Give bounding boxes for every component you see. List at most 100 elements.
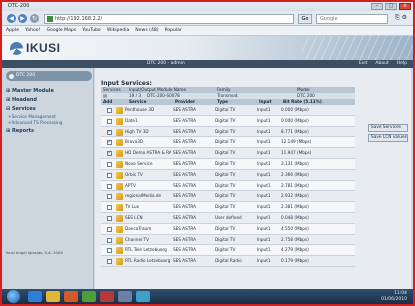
input-cell: Input1 bbox=[257, 171, 271, 177]
edit-icon[interactable] bbox=[116, 128, 123, 136]
sidebar-item-reports[interactable]: ⊞ Reports bbox=[6, 128, 34, 134]
app-icon[interactable] bbox=[82, 291, 96, 302]
go-button[interactable]: Go bbox=[298, 14, 312, 24]
type-cell: Digital TV bbox=[215, 182, 236, 188]
add-checkbox[interactable] bbox=[107, 194, 112, 200]
table-row: Brava3D SES ASTRA Digital TV Input1 12.149 (… bbox=[101, 137, 355, 149]
window-title: DTC-200 bbox=[8, 3, 30, 9]
bookmark-item[interactable]: Apple bbox=[6, 28, 19, 33]
table-row: APTV SES ASTRA Digital TV Input1 2.781 (Mbps… bbox=[101, 180, 355, 192]
back-icon[interactable]: ◀ bbox=[7, 14, 16, 23]
add-checkbox[interactable] bbox=[107, 215, 112, 221]
window-controls: – □ × bbox=[371, 3, 411, 10]
edit-icon[interactable] bbox=[116, 107, 123, 114]
edit-icon[interactable] bbox=[116, 258, 123, 266]
forward-icon[interactable]: ▶ bbox=[18, 14, 27, 23]
table-row: DancaTraum SES ASTRA Digital TV Input1 4.550… bbox=[101, 223, 355, 235]
edit-icon[interactable] bbox=[116, 214, 123, 222]
bitrate-cell: 11.947 (Mbps) bbox=[281, 150, 312, 156]
add-checkbox[interactable] bbox=[107, 149, 112, 157]
edit-icon[interactable] bbox=[116, 193, 123, 201]
edit-icon[interactable] bbox=[116, 236, 123, 244]
save-services-button[interactable]: Save Services bbox=[368, 124, 408, 132]
provider-cell: SES ASTRA bbox=[173, 117, 196, 123]
add-checkbox[interactable] bbox=[107, 259, 112, 265]
service-cell: High TV 3D bbox=[125, 128, 149, 134]
app-icon[interactable] bbox=[118, 291, 132, 302]
input-cell: Input1 bbox=[257, 128, 271, 134]
maximize-icon[interactable]: □ bbox=[385, 3, 397, 10]
provider-cell: SES ASTRA bbox=[173, 182, 196, 188]
bookmark-item[interactable]: YouTube bbox=[82, 28, 101, 33]
sidebar-header[interactable]: DTC 200 bbox=[6, 71, 92, 81]
page-title: Input Services: bbox=[101, 80, 152, 87]
sidebar-item-master-module[interactable]: ⊞ Master Module bbox=[6, 88, 54, 94]
add-checkbox[interactable] bbox=[107, 118, 112, 124]
address-bar[interactable]: http://192.168.2.2/ bbox=[44, 14, 294, 24]
edit-icon[interactable] bbox=[116, 117, 123, 125]
add-checkbox[interactable] bbox=[107, 205, 112, 211]
bookmark-item[interactable]: Wikipedia bbox=[107, 28, 129, 33]
bitrate-cell: 0.048 (Mbps) bbox=[281, 214, 309, 220]
exit-button[interactable]: Exit bbox=[359, 60, 368, 68]
about-button[interactable]: About bbox=[375, 60, 388, 68]
sidebar-subitem-service-management[interactable]: +Service Management bbox=[8, 114, 56, 119]
provider-cell: SES ASTRA bbox=[173, 247, 196, 253]
input-cell: Input1 bbox=[257, 204, 271, 210]
sidebar: DTC 200 ⊞ Master Module ⊞ Headend ⊟ Serv… bbox=[2, 68, 94, 289]
bitrate-cell: 8.771 (Mbps) bbox=[281, 128, 309, 134]
add-checkbox[interactable] bbox=[107, 248, 112, 254]
bitrate-cell: 0.000 (Mbps) bbox=[281, 117, 309, 123]
app-icon[interactable] bbox=[100, 291, 114, 302]
edit-icon[interactable] bbox=[116, 225, 123, 233]
add-checkbox[interactable] bbox=[107, 237, 112, 243]
type-cell: Digital TV bbox=[215, 117, 236, 123]
page-menu-icon[interactable]: ⎘ ⚙ bbox=[395, 14, 407, 22]
bitrate-cell: 4.550 (Mbps) bbox=[281, 225, 309, 231]
sidebar-item-services[interactable]: ⊟ Services bbox=[6, 106, 36, 112]
bookmark-item[interactable]: Popular bbox=[165, 28, 182, 33]
bookmark-item[interactable]: Yahoo! bbox=[25, 28, 40, 33]
explorer-icon[interactable] bbox=[46, 291, 60, 302]
device-name: DTC 200 bbox=[147, 61, 167, 66]
reload-icon[interactable]: ↻ bbox=[30, 14, 39, 23]
edit-icon[interactable] bbox=[116, 160, 123, 168]
add-checkbox[interactable] bbox=[107, 108, 112, 113]
edit-icon[interactable] bbox=[116, 139, 123, 147]
edit-icon[interactable] bbox=[116, 171, 123, 179]
edit-icon[interactable] bbox=[116, 204, 123, 212]
add-checkbox[interactable] bbox=[107, 183, 112, 189]
start-button[interactable] bbox=[7, 290, 20, 303]
provider-cell: SES ASTRA bbox=[173, 204, 196, 210]
table-row: HD Demo ASTRA & RAISES ASTRA Digital TV In… bbox=[101, 148, 355, 159]
help-button[interactable]: Help bbox=[397, 60, 407, 68]
app-icon[interactable] bbox=[136, 291, 150, 302]
search-input[interactable]: Google bbox=[316, 14, 388, 24]
main-content: Input Services: Services Input/Output Mo… bbox=[95, 68, 411, 289]
provider-cell: SES ASTRA bbox=[173, 225, 196, 231]
ie-icon[interactable] bbox=[28, 291, 42, 302]
add-checkbox[interactable] bbox=[107, 226, 112, 232]
service-cell: Brava3D bbox=[125, 139, 144, 145]
add-checkbox[interactable] bbox=[107, 138, 112, 146]
add-checkbox[interactable] bbox=[107, 172, 112, 178]
close-icon[interactable]: × bbox=[399, 3, 411, 10]
add-checkbox[interactable] bbox=[107, 128, 112, 136]
provider-cell: SES ASTRA bbox=[173, 214, 196, 220]
bitrate-cell: 2.381 (Mbps) bbox=[281, 204, 309, 210]
service-cell: regionalMedia.de bbox=[125, 193, 162, 199]
save-lcn-button[interactable]: Save LCN values bbox=[368, 134, 408, 142]
bitrate-cell: 2.781 (Mbps) bbox=[281, 182, 309, 188]
bookmark-item[interactable]: Google Maps bbox=[46, 28, 76, 33]
sidebar-subitem-advanced-ts[interactable]: +Advanced TS Processing bbox=[8, 120, 62, 125]
edit-icon[interactable] bbox=[116, 150, 123, 158]
edit-icon[interactable] bbox=[116, 247, 123, 255]
sidebar-item-headend[interactable]: ⊞ Headend bbox=[6, 97, 37, 103]
provider-cell: SES ASTRA bbox=[173, 171, 196, 177]
sidebar-item-label: Reports bbox=[11, 128, 35, 134]
minimize-icon[interactable]: – bbox=[371, 3, 383, 10]
edit-icon[interactable] bbox=[116, 182, 123, 190]
add-checkbox[interactable] bbox=[107, 161, 112, 167]
bookmark-item[interactable]: News (48) bbox=[135, 28, 158, 33]
media-player-icon[interactable] bbox=[64, 291, 78, 302]
